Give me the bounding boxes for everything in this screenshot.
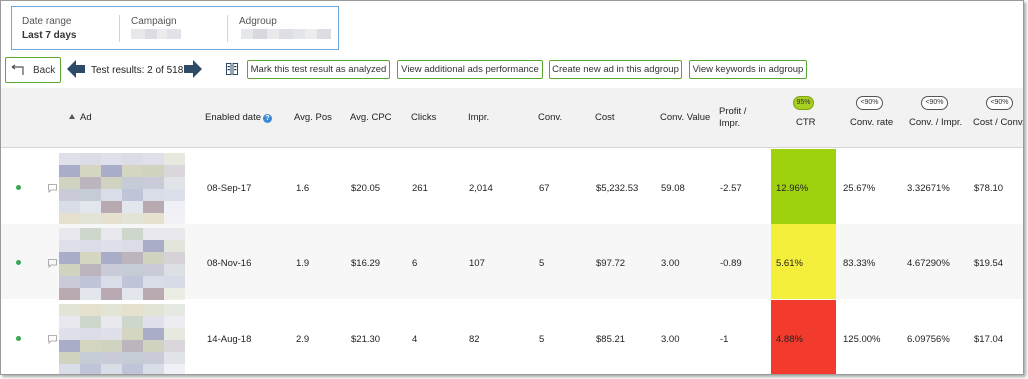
column-header-avg-cpc[interactable]: Avg. CPC [350,112,392,124]
adgroup-label: Adgroup [239,16,277,27]
comment-icon[interactable] [48,335,57,344]
comment-icon[interactable] [48,259,57,268]
sort-asc-icon [69,114,75,119]
cell-conv-rate: 25.67% [843,183,876,194]
ad-preview-redacted[interactable] [59,153,185,225]
cell-cost: $97.72 [596,258,626,269]
cell-cost-conv: $17.04 [974,334,1004,345]
cell-impr: 2,014 [469,183,493,194]
filter-divider [227,15,228,42]
column-header-avg-pos[interactable]: Avg. Pos [294,112,332,124]
cell-avg-cpc: $21.30 [351,334,381,345]
help-icon[interactable]: ? [263,114,272,123]
cell-avg-cpc: $20.05 [351,183,381,194]
column-header-conv-value[interactable]: Conv. Value [660,112,710,124]
back-button-label: Back [33,64,56,76]
column-header-conv[interactable]: Conv. [538,112,562,124]
ad-preview-redacted[interactable] [59,228,185,300]
cell-cost-conv: $78.10 [974,183,1004,194]
filter-bar: Date range Last 7 days Campaign Adgroup [11,6,339,50]
view-keywords-button[interactable]: View keywords in adgroup [689,60,807,79]
conv-impr-threshold-badge: <90% [921,96,948,110]
date-range-value: Last 7 days [22,30,77,41]
date-range-filter[interactable]: Date range Last 7 days [22,7,117,49]
cell-cost: $5,232.53 [596,183,639,194]
table-row: 08-Nov-16 1.9 $16.29 6 107 5 $97.72 3.00 -0.89 5.… [1,224,1023,300]
cell-avg-pos: 1.9 [296,258,310,269]
cell-avg-cpc: $16.29 [351,258,381,269]
cell-clicks: 4 [412,334,418,345]
column-header-impr[interactable]: Impr. [468,112,489,124]
back-button[interactable]: Back [5,57,61,83]
cost-conv-threshold-badge: <90% [986,96,1013,110]
column-header-enabled-date[interactable]: Enabled date? [205,112,272,124]
column-header-conv-impr[interactable]: Conv. / Impr. [909,117,962,129]
cell-conv-rate: 83.33% [843,258,876,269]
ad-preview-redacted[interactable] [59,304,185,374]
test-results-counter: Test results: 2 of 518 [91,65,184,76]
right-arrow-icon[interactable] [183,60,202,78]
comment-icon[interactable] [48,184,57,193]
column-header-conv-rate[interactable]: Conv. rate [850,117,893,129]
cell-conv-value: 3.00 [661,334,680,345]
cell-cost: $85.21 [596,334,626,345]
mark-analyzed-button[interactable]: Mark this test result as analyzed [247,60,390,79]
cell-avg-pos: 2.9 [296,334,310,345]
cell-profit-impr: -1 [720,334,729,345]
cell-clicks: 6 [412,258,418,269]
cell-conv-impr: 4.67290% [907,258,950,269]
adwords-test-result-screen: Date range Last 7 days Campaign Adgroup [0,0,1024,375]
filter-divider [119,15,120,42]
create-new-ad-button[interactable]: Create new ad in this adgroup [549,60,682,79]
column-header-ad[interactable]: Ad [69,112,92,124]
cell-impr: 107 [469,258,485,269]
view-additional-ads-button[interactable]: View additional ads performance [397,60,543,79]
left-arrow-icon[interactable] [67,60,86,78]
campaign-filter[interactable]: Campaign [131,7,231,49]
status-dot-icon [16,336,21,341]
date-range-label: Date range [22,16,72,27]
campaign-value-redacted [131,29,181,39]
cell-profit-impr: -2.57 [720,183,742,194]
cell-enabled-date: 08-Nov-16 [207,258,252,269]
status-dot-icon [16,260,21,265]
table-header: Ad Enabled date? Avg. Pos Avg. CPC Click… [1,88,1023,148]
adgroup-filter[interactable]: Adgroup [239,7,334,49]
cell-ctr: 5.61% [776,258,803,269]
column-header-clicks[interactable]: Clicks [411,112,436,124]
back-arrow-icon [11,64,24,75]
cell-enabled-date: 08-Sep-17 [207,183,252,194]
cell-conv: 5 [539,258,545,269]
columns-icon[interactable] [226,63,238,75]
cell-conv-value: 3.00 [661,258,680,269]
campaign-label: Campaign [131,16,177,27]
cell-conv-value: 59.08 [661,183,685,194]
cell-conv: 5 [539,334,545,345]
cell-conv-rate: 125.00% [843,334,881,345]
cell-conv-impr: 3.32671% [907,183,950,194]
cell-clicks: 261 [412,183,428,194]
column-header-ctr[interactable]: CTR [796,117,816,129]
conv-rate-threshold-badge: <90% [856,96,883,110]
adgroup-value-redacted [241,29,331,39]
table-row: 08-Sep-17 1.6 $20.05 261 2,014 67 $5,232.53 59.… [1,149,1023,225]
cell-ctr: 12.96% [776,183,809,194]
table-row: 14-Aug-18 2.9 $21.30 4 82 5 $85.21 3.00 -1 4.88% 1… [1,300,1023,374]
cell-cost-conv: $19.54 [974,258,1004,269]
cell-ctr: 4.88% [776,334,803,345]
cell-conv-impr: 6.09756% [907,334,950,345]
column-header-profit-impr[interactable]: Profit / Impr. [719,106,746,130]
column-header-cost-conv[interactable]: Cost / Conv. [973,117,1023,129]
cell-impr: 82 [469,334,480,345]
cell-enabled-date: 14-Aug-18 [207,334,252,345]
cell-conv: 67 [539,183,550,194]
cell-profit-impr: -0.89 [720,258,742,269]
ctr-threshold-badge: 95% [793,96,814,110]
status-dot-icon [16,185,21,190]
column-header-cost[interactable]: Cost [595,112,615,124]
cell-avg-pos: 1.6 [296,183,310,194]
